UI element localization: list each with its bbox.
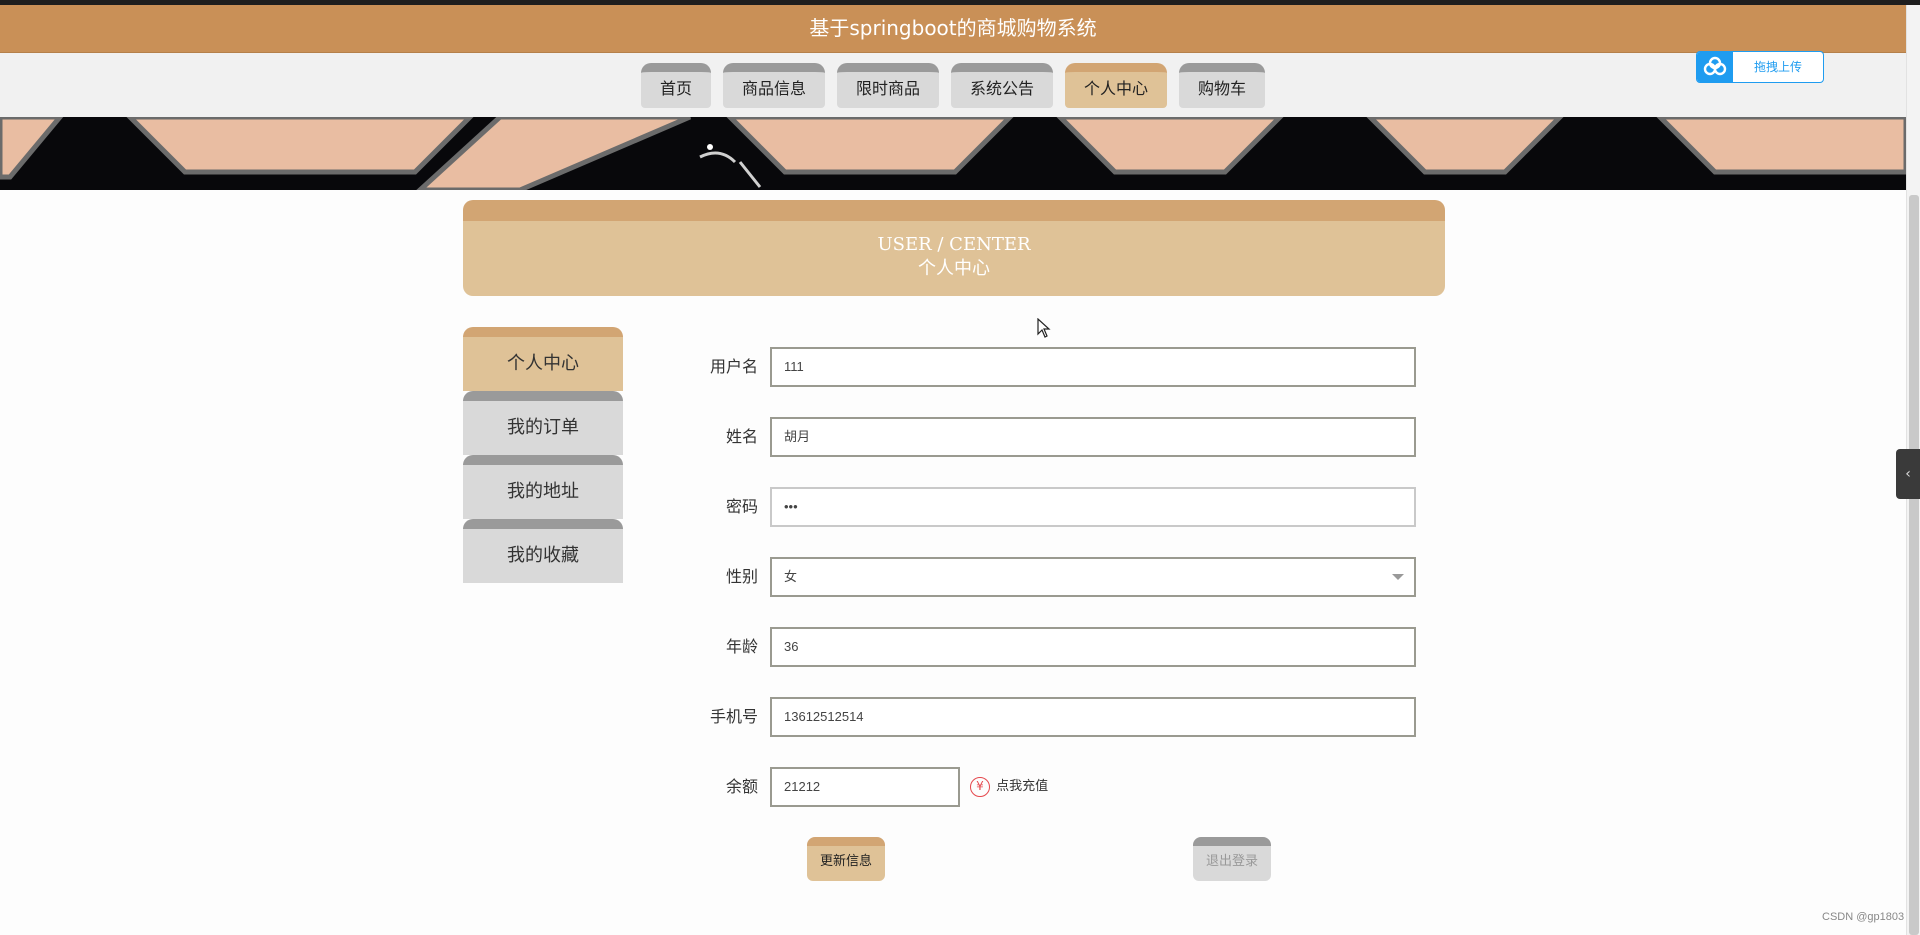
chevron-down-icon xyxy=(1392,574,1404,580)
tab-cart[interactable]: 购物车 xyxy=(1179,63,1266,108)
recharge-link[interactable]: ¥ 点我充值 xyxy=(970,773,1048,801)
cloud-upload-icon xyxy=(1697,52,1733,82)
tab-user-center[interactable]: 个人中心 xyxy=(1065,63,1168,108)
user-center-title-en: USER / CENTER xyxy=(877,234,1031,255)
balance-label: 余额 xyxy=(725,777,758,796)
scrollbar-thumb[interactable] xyxy=(1909,195,1919,935)
gender-select[interactable]: 女 xyxy=(770,557,1416,597)
password-row: 密码 ••• xyxy=(680,487,1420,527)
side-item-my-address[interactable]: 我的地址 xyxy=(463,455,623,519)
password-label: 密码 xyxy=(725,497,758,516)
nav-tabs: 首页 商品信息 限时商品 系统公告 个人中心 购物车 xyxy=(0,63,1906,108)
phone-field[interactable]: 13612512514 xyxy=(770,697,1416,737)
tab-announcements[interactable]: 系统公告 xyxy=(951,63,1054,108)
username-field[interactable]: 111 xyxy=(770,347,1416,387)
tab-flash-sale[interactable]: 限时商品 xyxy=(836,63,939,108)
logout-button[interactable]: 退出登录 xyxy=(1193,837,1271,881)
age-label: 年龄 xyxy=(725,637,758,656)
phone-label: 手机号 xyxy=(709,707,758,726)
user-center-header: USER / CENTER 个人中心 xyxy=(463,200,1445,296)
username-row: 用户名 111 xyxy=(680,347,1420,387)
hero-banner xyxy=(0,117,1906,190)
name-label: 姓名 xyxy=(725,427,758,446)
site-title: 基于springboot的商城购物系统 xyxy=(809,16,1097,40)
gender-row: 性别 女 xyxy=(680,557,1420,597)
age-field[interactable]: 36 xyxy=(770,627,1416,667)
recharge-label: 点我充值 xyxy=(996,779,1049,794)
gender-value: 女 xyxy=(784,569,798,584)
yen-icon: ¥ xyxy=(970,776,990,797)
site-header: 基于springboot的商城购物系统 xyxy=(0,5,1906,53)
user-side-menu: 个人中心 我的订单 我的地址 我的收藏 xyxy=(463,327,623,583)
username-label: 用户名 xyxy=(709,357,758,376)
tab-home[interactable]: 首页 xyxy=(640,63,711,108)
side-item-my-orders[interactable]: 我的订单 xyxy=(463,391,623,455)
update-info-button[interactable]: 更新信息 xyxy=(807,837,885,881)
name-field[interactable]: 胡月 xyxy=(770,417,1416,457)
password-field[interactable]: ••• xyxy=(770,487,1416,527)
drag-upload-button[interactable]: 拖拽上传 xyxy=(1696,51,1824,83)
drag-upload-label: 拖拽上传 xyxy=(1753,60,1802,74)
chevron-left-icon[interactable]: ‹ xyxy=(1896,449,1920,499)
gender-label: 性别 xyxy=(725,567,758,586)
mouse-cursor-icon xyxy=(1037,317,1051,342)
side-item-user-center[interactable]: 个人中心 xyxy=(463,327,623,391)
watermark: CSDN @gp1803 xyxy=(1822,911,1905,923)
balance-field[interactable]: 21212 xyxy=(770,767,960,807)
phone-row: 手机号 13612512514 xyxy=(680,697,1420,737)
name-row: 姓名 胡月 xyxy=(680,417,1420,457)
side-item-my-favorites[interactable]: 我的收藏 xyxy=(463,519,623,583)
age-row: 年龄 36 xyxy=(680,627,1420,667)
tab-product-info[interactable]: 商品信息 xyxy=(722,63,825,108)
user-center-title-cn: 个人中心 xyxy=(918,258,990,279)
nav-bar: 首页 商品信息 限时商品 系统公告 个人中心 购物车 xyxy=(0,53,1906,117)
balance-row: 余额 21212 ¥ 点我充值 xyxy=(680,767,1420,807)
